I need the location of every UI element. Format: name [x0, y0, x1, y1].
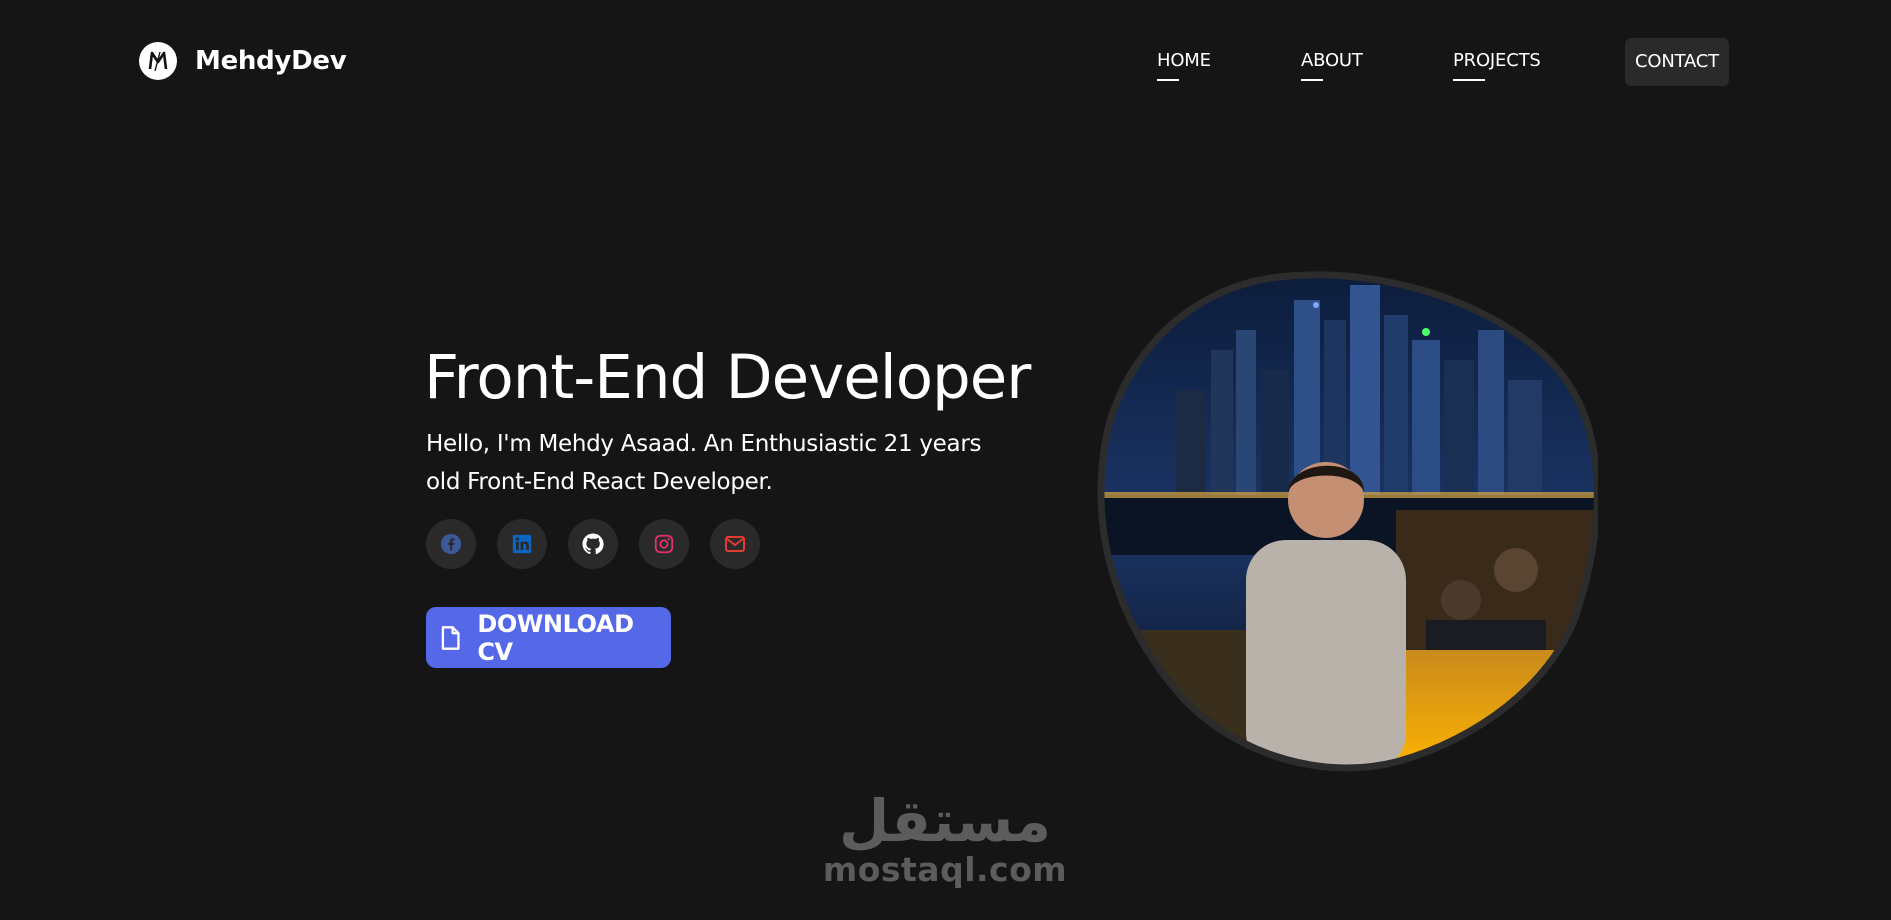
linkedin-link[interactable] — [497, 519, 547, 569]
instagram-icon — [654, 534, 674, 554]
instagram-link[interactable] — [639, 519, 689, 569]
nav-contact-label: CONTACT — [1635, 51, 1719, 72]
nav-projects-label: PROJECTS — [1453, 50, 1541, 71]
nav-projects-underline — [1453, 79, 1485, 81]
nav-contact-button[interactable]: CONTACT — [1625, 38, 1729, 86]
github-link[interactable] — [568, 519, 618, 569]
nav-home-label: HOME — [1157, 50, 1211, 71]
nav-home[interactable]: HOME — [1157, 50, 1211, 81]
nav-projects[interactable]: PROJECTS — [1453, 50, 1541, 81]
facebook-link[interactable] — [426, 519, 476, 569]
linkedin-icon — [512, 534, 532, 554]
github-icon — [582, 533, 604, 555]
nav-about[interactable]: ABOUT — [1301, 50, 1363, 81]
nav-home-underline — [1157, 79, 1179, 81]
watermark-latin: mostaql.com — [822, 850, 1068, 889]
site-header: MehdyDev HOME ABOUT PROJECTS CONTACT — [0, 0, 1891, 126]
mail-link[interactable] — [710, 519, 760, 569]
nav-about-label: ABOUT — [1301, 50, 1363, 71]
watermark-arabic: مستقل — [838, 787, 1052, 855]
mail-icon — [725, 536, 745, 552]
hero-subtitle: Hello, I'm Mehdy Asaad. An Enthusiastic … — [426, 431, 982, 495]
main-nav: HOME ABOUT PROJECTS CONTACT — [0, 0, 1891, 126]
profile-photo — [1097, 271, 1598, 772]
download-cv-label: DOWNLOAD CV — [477, 609, 634, 666]
social-links — [426, 519, 760, 569]
nav-about-underline — [1301, 79, 1323, 81]
download-cv-button[interactable]: DOWNLOAD CV — [426, 607, 671, 668]
facebook-icon — [440, 533, 462, 555]
hero-title: Front-End Developer — [424, 342, 1031, 413]
file-icon — [441, 625, 460, 650]
mostaql-watermark: مستقل mostaql.com — [820, 790, 1070, 888]
